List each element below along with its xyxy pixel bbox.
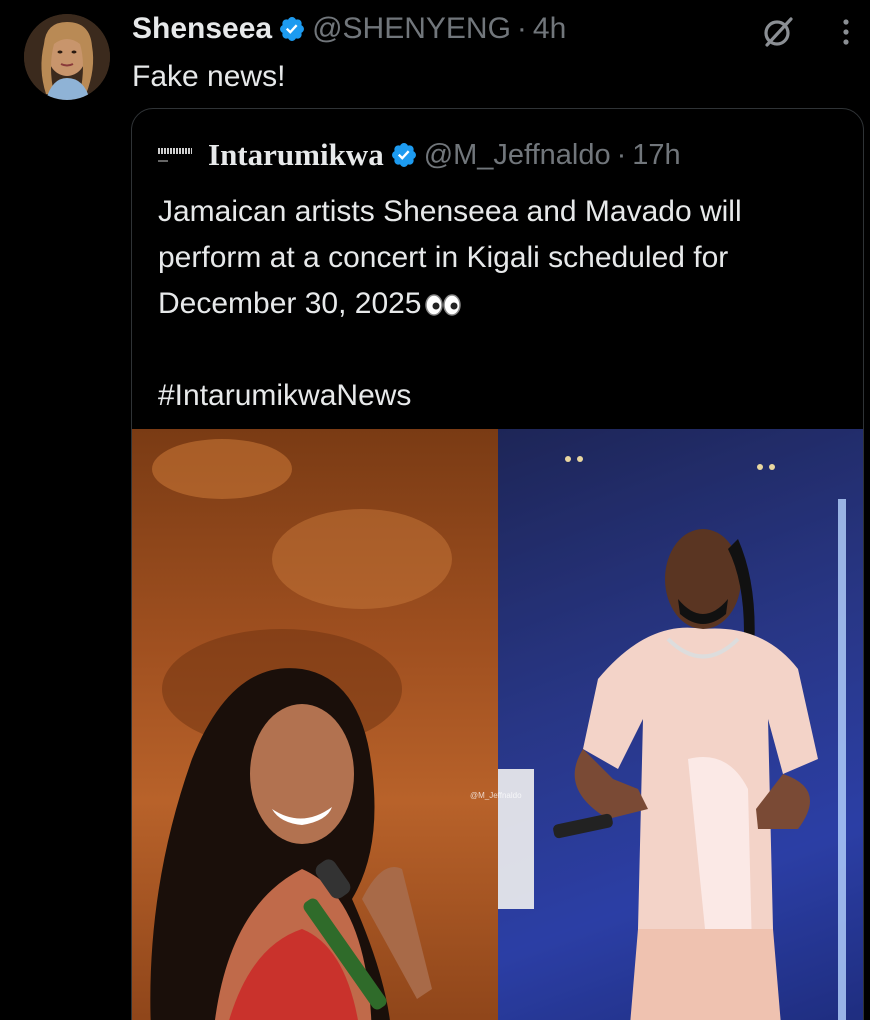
- quoted-media-grid[interactable]: @M_Jeffnaldo: [132, 429, 863, 1020]
- author-name[interactable]: Shenseea: [132, 10, 272, 48]
- quoted-tweet-card[interactable]: Intarumikwa @M_Jeffnaldo · 17h Jamaican …: [131, 108, 864, 1020]
- grok-icon[interactable]: [760, 14, 796, 50]
- tweet-header: Shenseea @SHENYENG · 4h: [132, 10, 566, 48]
- quoted-author-name[interactable]: Intarumikwa: [208, 137, 384, 173]
- quoted-tweet-time[interactable]: 17h: [632, 137, 680, 173]
- tweet-text: Fake news!: [132, 60, 286, 93]
- media-watermark: @M_Jeffnaldo: [470, 791, 522, 800]
- tweet[interactable]: Shenseea @SHENYENG · 4h Fake news! Intar…: [0, 0, 870, 1020]
- quoted-text-line: Jamaican artists Shenseea and Mavado wil…: [158, 195, 742, 228]
- verified-badge-icon[interactable]: [390, 141, 418, 169]
- quoted-author-handle[interactable]: @M_Jeffnaldo: [424, 137, 611, 173]
- author-avatar[interactable]: [24, 14, 110, 100]
- quoted-text-date: December 30, 2025: [158, 287, 422, 320]
- quoted-text-line: December 30, 2025: [158, 281, 838, 327]
- quoted-tweet-text: Jamaican artists Shenseea and Mavado wil…: [158, 189, 838, 419]
- verified-badge-icon[interactable]: [278, 15, 306, 43]
- quoted-author-logo[interactable]: [158, 144, 194, 166]
- separator-dot: ·: [616, 139, 627, 171]
- quoted-text-line: perform at a concert in Kigali scheduled…: [158, 241, 729, 274]
- separator-dot: ·: [516, 12, 527, 45]
- media-photo-shenseea[interactable]: [132, 429, 498, 1020]
- media-photo-mavado[interactable]: [498, 429, 863, 1020]
- quoted-tweet-header: Intarumikwa @M_Jeffnaldo · 17h: [158, 137, 681, 173]
- eyes-emoji-icon: [424, 293, 462, 317]
- tweet-time[interactable]: 4h: [533, 10, 566, 48]
- author-handle[interactable]: @SHENYENG: [312, 10, 511, 48]
- hashtag-link[interactable]: #IntarumikwaNews: [158, 373, 838, 419]
- more-options-icon[interactable]: [834, 14, 858, 50]
